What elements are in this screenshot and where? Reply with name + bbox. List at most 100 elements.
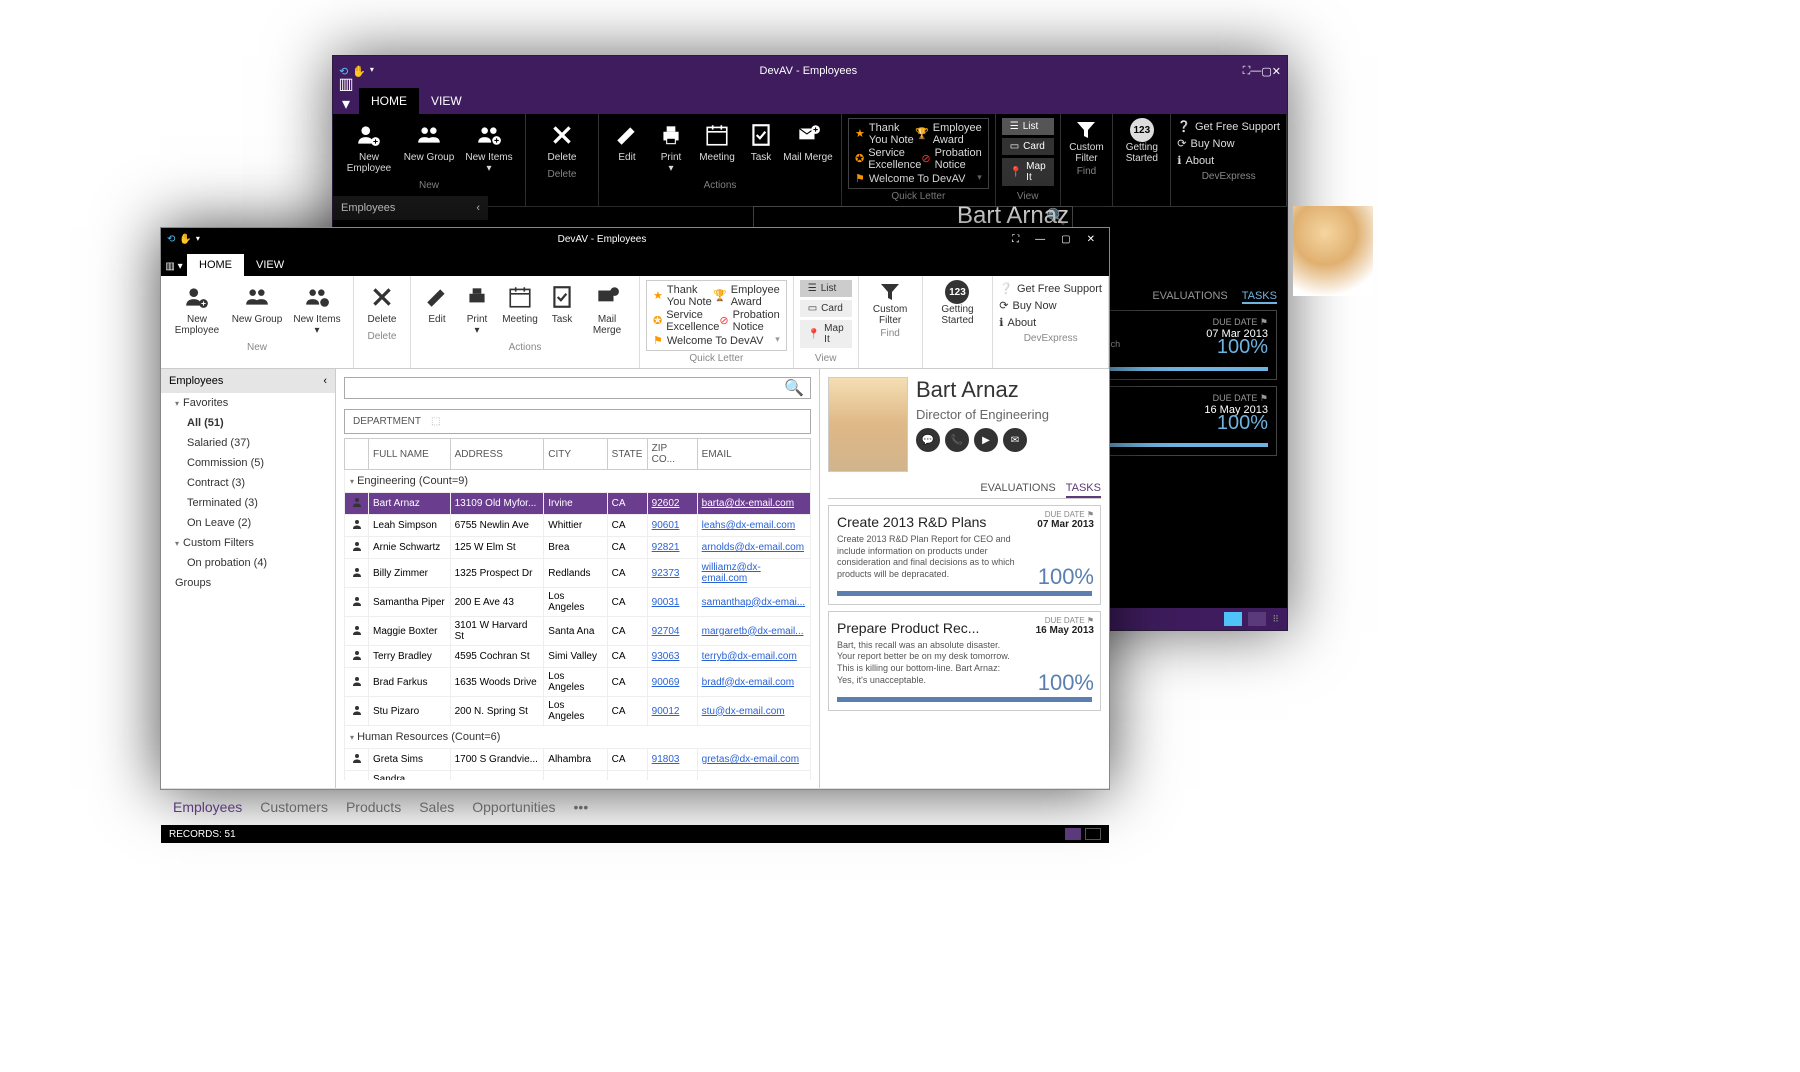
sidebar-terminated[interactable]: Terminated (3) xyxy=(161,493,335,513)
nav-item[interactable]: ••• xyxy=(574,799,589,815)
tab-evaluations[interactable]: EVALUATIONS xyxy=(980,482,1055,498)
ql-expand[interactable]: ▾ xyxy=(775,334,780,347)
tab-home[interactable]: HOME xyxy=(359,88,419,114)
nav-item[interactable]: Sales xyxy=(419,799,454,815)
minimize-button[interactable]: — xyxy=(1027,234,1053,245)
view-list[interactable]: ☰ List xyxy=(1002,118,1054,135)
collapse-icon[interactable]: ‹ xyxy=(476,202,480,214)
new-employee-button[interactable]: New Employee xyxy=(167,280,227,340)
link-buy[interactable]: ⟳ Buy Now xyxy=(1177,137,1280,150)
view-map[interactable]: 📍 Map It xyxy=(800,320,852,348)
delete-button[interactable]: Delete xyxy=(532,118,592,167)
tab-view[interactable]: VIEW xyxy=(419,88,474,114)
table-row[interactable]: Terry Bradley4595 Cochran StSimi ValleyC… xyxy=(345,646,811,668)
collapse-icon[interactable]: ‹ xyxy=(323,375,327,387)
qat-icon[interactable]: ✋ xyxy=(179,234,191,245)
search-input[interactable] xyxy=(351,382,784,394)
sidebar-commission[interactable]: Commission (5) xyxy=(161,453,335,473)
ql-expand[interactable]: ▾ xyxy=(977,172,982,185)
col-icon[interactable] xyxy=(345,439,369,470)
minimize-button[interactable]: — xyxy=(1250,65,1261,77)
table-row[interactable]: Arnie Schwartz125 W Elm StBreaCA92821arn… xyxy=(345,537,811,559)
view-toggle-1[interactable] xyxy=(1065,828,1081,840)
sidebar-contract[interactable]: Contract (3) xyxy=(161,473,335,493)
sidebar-all[interactable]: All (51) xyxy=(161,413,335,433)
table-row[interactable]: Greta Sims1700 S Grandvie...AlhambraCA91… xyxy=(345,749,811,771)
col-zip[interactable]: ZIP CO... xyxy=(647,439,697,470)
filter-icon[interactable] xyxy=(878,280,902,304)
task-button[interactable]: Task xyxy=(543,280,581,340)
table-row[interactable]: Bart Arnaz13109 Old Myfor...IrvineCA9260… xyxy=(345,493,811,515)
view-list[interactable]: ☰ List xyxy=(800,280,852,297)
col-fullname[interactable]: FULL NAME xyxy=(369,439,451,470)
sidebar-custom[interactable]: Custom Filters xyxy=(161,533,335,553)
view-toggle-2[interactable] xyxy=(1085,828,1101,840)
maximize-button[interactable]: ▢ xyxy=(1053,234,1078,245)
new-employee-button[interactable]: New Employee xyxy=(339,118,399,178)
col-address[interactable]: ADDRESS xyxy=(450,439,544,470)
ql-welcome[interactable]: ⚑Welcome To DevAV xyxy=(653,334,763,347)
sidebar-probation[interactable]: On probation (4) xyxy=(161,553,335,573)
ribbon-sys[interactable]: ▥ ▾ xyxy=(161,261,187,276)
col-state[interactable]: STATE xyxy=(607,439,647,470)
group-panel[interactable]: DEPARTMENT⬚ xyxy=(344,409,811,434)
new-group-button[interactable]: New Group xyxy=(227,280,287,340)
view-card[interactable]: ▭ Card xyxy=(800,300,852,317)
view-toggle-1[interactable] xyxy=(1224,612,1242,626)
task-button[interactable]: Task xyxy=(741,118,781,178)
table-row[interactable]: Sandra Johnson4600 N Virginia ...Long Be… xyxy=(345,771,811,781)
table-row[interactable]: Samantha Piper200 E Ave 43Los AngelesCA9… xyxy=(345,588,811,617)
search-icon[interactable]: 🔍 xyxy=(784,378,804,398)
ql-welcome[interactable]: ⚑Welcome To DevAV xyxy=(855,172,965,185)
ql-service[interactable]: ✪Service Excellence xyxy=(855,147,921,171)
nav-item[interactable]: Products xyxy=(346,799,401,815)
ql-award[interactable]: 🏆Employee Award xyxy=(713,284,780,308)
meeting-button[interactable]: Meeting xyxy=(497,280,543,340)
nav-item[interactable]: Employees xyxy=(173,799,242,815)
table-row[interactable]: Leah Simpson6755 Newlin AveWhittierCA906… xyxy=(345,515,811,537)
view-map[interactable]: 📍 Map It xyxy=(1002,158,1054,186)
edit-button[interactable]: Edit xyxy=(605,118,649,178)
tab-evaluations[interactable]: EVALUATIONS xyxy=(1152,290,1227,304)
fullscreen-button[interactable]: ⛶ xyxy=(1243,65,1251,78)
mailmerge-button[interactable]: Mail Merge xyxy=(581,280,633,340)
ql-probation[interactable]: ⊘Probation Notice xyxy=(719,309,779,333)
fullscreen-button[interactable]: ⛶ xyxy=(1004,234,1027,245)
group-row[interactable]: Human Resources (Count=6) xyxy=(345,726,811,749)
tab-tasks[interactable]: TASKS xyxy=(1242,290,1277,304)
delete-button[interactable]: Delete xyxy=(360,280,404,329)
getting-started-icon[interactable]: 123 xyxy=(945,280,969,304)
sidebar-onleave[interactable]: On Leave (2) xyxy=(161,513,335,533)
ql-service[interactable]: ✪Service Excellence xyxy=(653,309,719,333)
print-button[interactable]: Print▾ xyxy=(457,280,497,340)
edit-button[interactable]: Edit xyxy=(417,280,457,340)
view-card[interactable]: ▭ Card xyxy=(1002,138,1054,155)
task-card[interactable]: DUE DATE ⚑07 Mar 2013Create 2013 R&D Pla… xyxy=(828,505,1101,605)
col-city[interactable]: CITY xyxy=(544,439,607,470)
nav-item[interactable]: Customers xyxy=(260,799,328,815)
link-support[interactable]: ❔ Get Free Support xyxy=(1177,120,1280,133)
view-toggle-2[interactable] xyxy=(1248,612,1266,626)
link-about[interactable]: ℹ About xyxy=(999,316,1102,329)
mailmerge-button[interactable]: Mail Merge xyxy=(781,118,835,178)
nav-item[interactable]: Opportunities xyxy=(472,799,555,815)
new-items-button[interactable]: New Items▾ xyxy=(287,280,347,340)
sidebar-favorites[interactable]: Favorites xyxy=(161,393,335,413)
ql-probation[interactable]: ⊘Probation Notice xyxy=(921,147,981,171)
new-group-button[interactable]: New Group xyxy=(399,118,459,178)
group-row[interactable]: Engineering (Count=9) xyxy=(345,470,811,493)
maximize-button[interactable]: ▢ xyxy=(1261,65,1271,78)
ql-thank[interactable]: ★Thank You Note xyxy=(855,122,915,146)
search-box[interactable]: 🔍 xyxy=(344,377,811,399)
tab-tasks[interactable]: TASKS xyxy=(1066,482,1101,498)
filter-icon[interactable] xyxy=(1074,118,1098,142)
ql-award[interactable]: 🏆Employee Award xyxy=(915,122,982,146)
print-button[interactable]: Print▾ xyxy=(649,118,693,178)
close-button[interactable]: ✕ xyxy=(1079,234,1103,245)
chat-icon[interactable]: 💬 xyxy=(916,428,940,452)
video-icon[interactable]: ▶ xyxy=(974,428,998,452)
close-button[interactable]: ✕ xyxy=(1272,65,1281,78)
table-row[interactable]: Maggie Boxter3101 W Harvard StSanta AnaC… xyxy=(345,617,811,646)
link-buy[interactable]: ⟳ Buy Now xyxy=(999,299,1102,312)
meeting-button[interactable]: Meeting xyxy=(693,118,741,178)
